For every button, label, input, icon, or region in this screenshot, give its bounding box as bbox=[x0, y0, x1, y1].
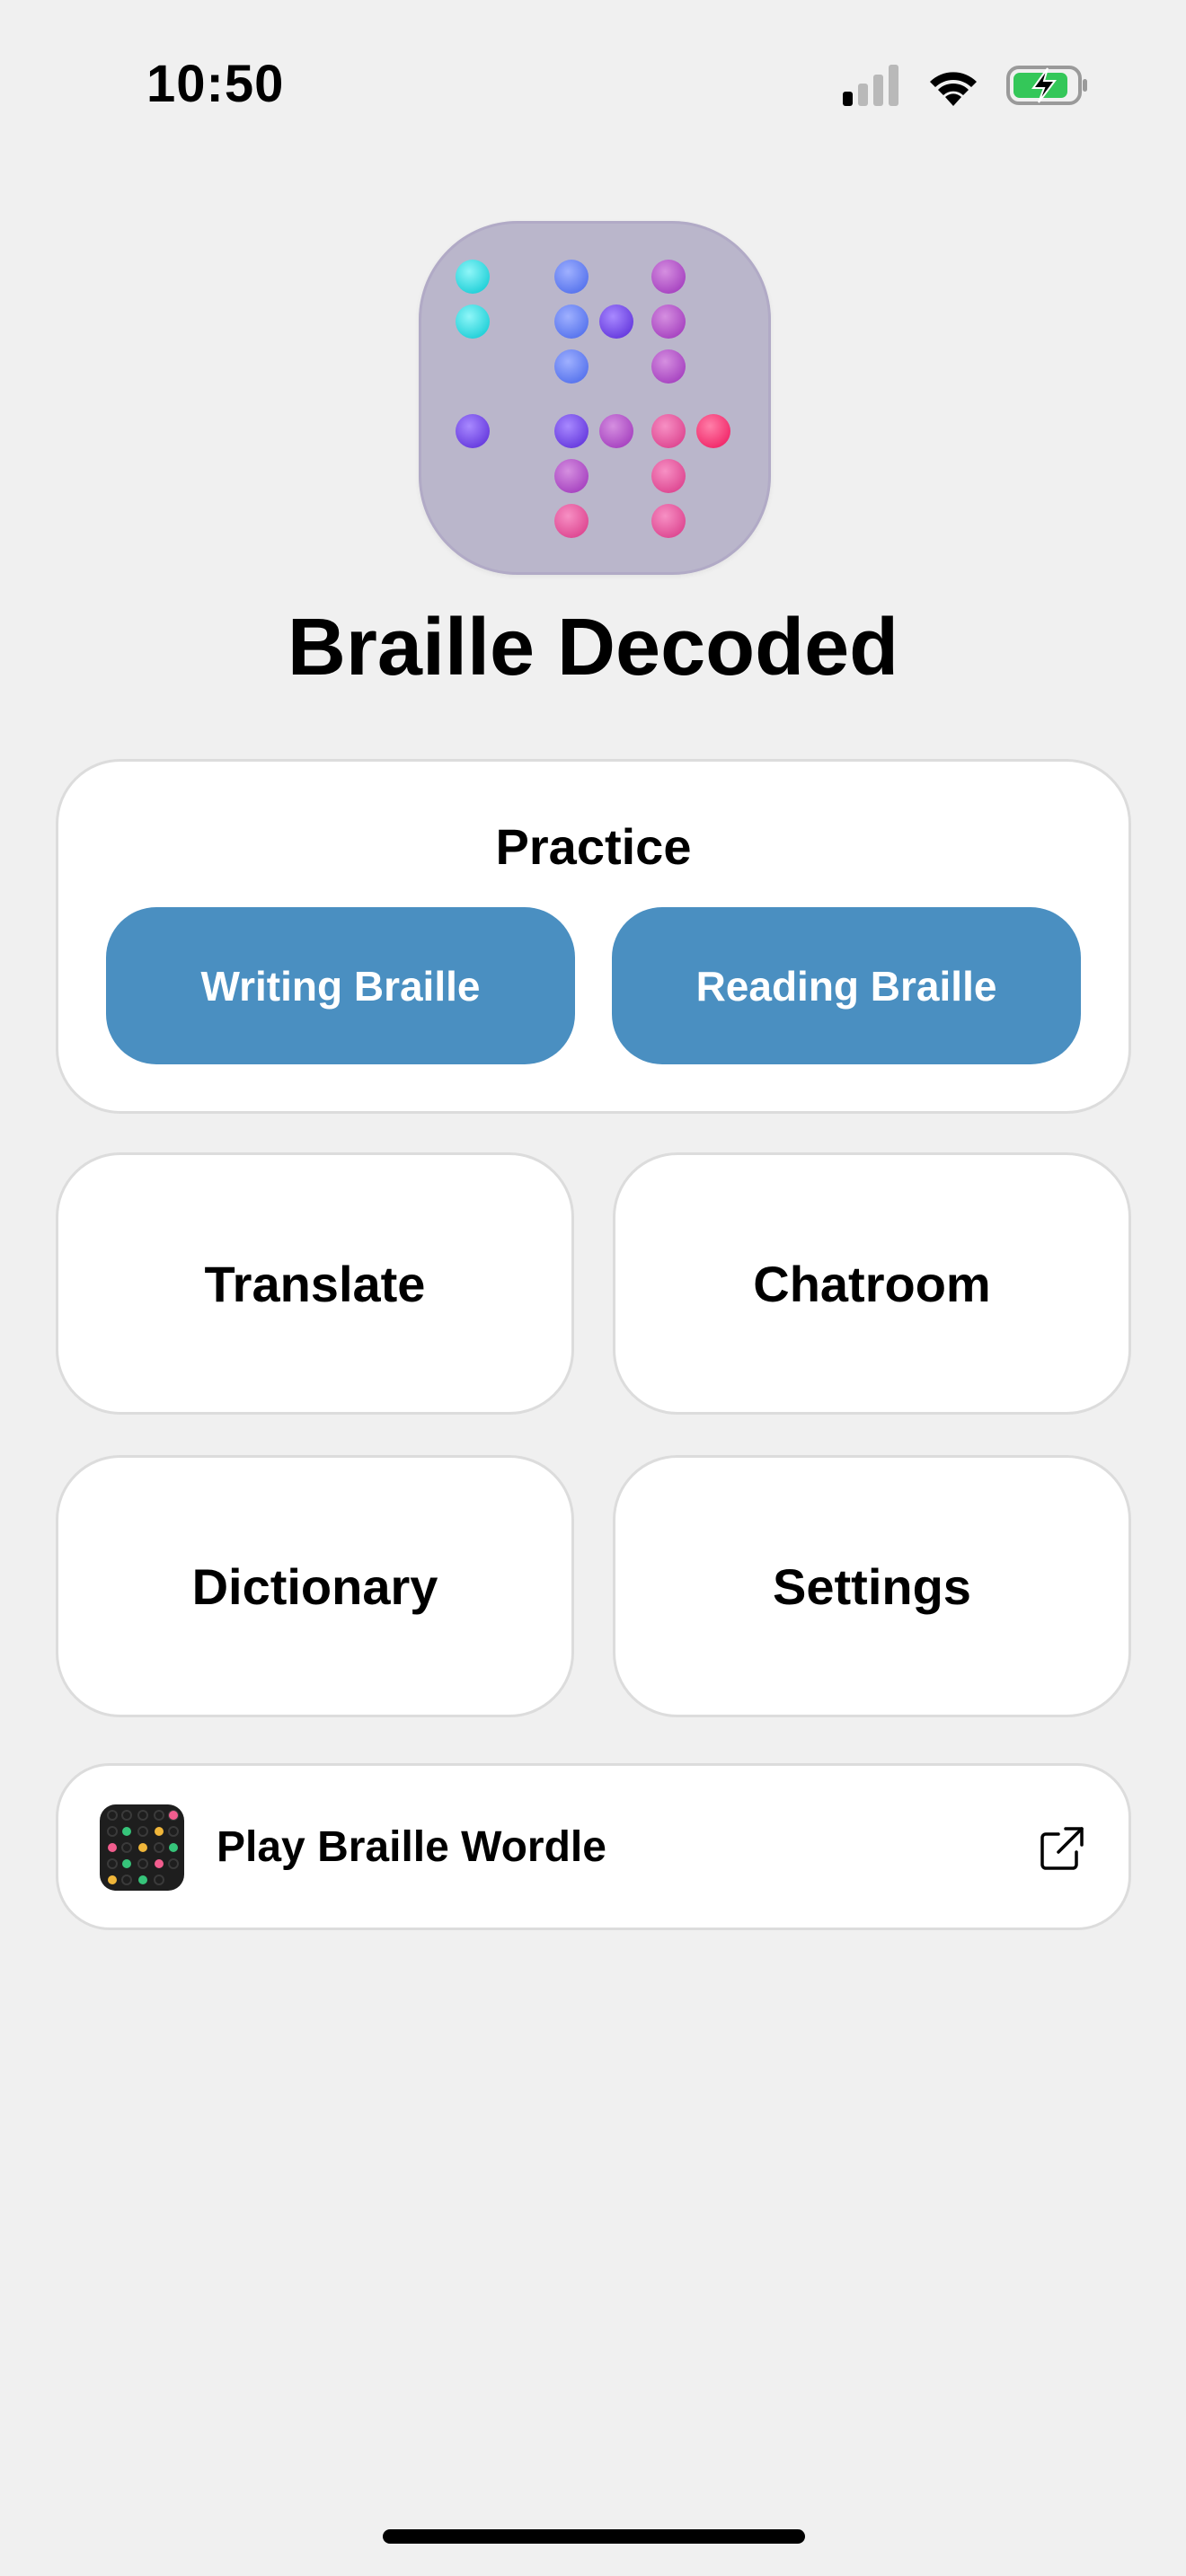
dictionary-label: Dictionary bbox=[191, 1557, 438, 1615]
translate-label: Translate bbox=[204, 1255, 426, 1312]
practice-card: Practice Writing Braille Reading Braille bbox=[56, 759, 1131, 1114]
translate-button[interactable]: Translate bbox=[56, 1152, 574, 1415]
dictionary-button[interactable]: Dictionary bbox=[56, 1455, 574, 1717]
chatroom-button[interactable]: Chatroom bbox=[613, 1152, 1131, 1415]
battery-charging-icon bbox=[1006, 66, 1087, 105]
play-braille-wordle-label: Play Braille Wordle bbox=[217, 1822, 606, 1871]
external-link-icon bbox=[1040, 1827, 1084, 1870]
braille-app-icon bbox=[419, 221, 771, 575]
status-time: 10:50 bbox=[146, 55, 285, 113]
play-braille-wordle-button[interactable]: Play Braille Wordle bbox=[56, 1763, 1131, 1930]
wifi-icon bbox=[930, 72, 977, 106]
settings-label: Settings bbox=[773, 1557, 971, 1615]
practice-title: Practice bbox=[495, 818, 692, 875]
writing-braille-button[interactable]: Writing Braille bbox=[106, 907, 575, 1064]
settings-button[interactable]: Settings bbox=[613, 1455, 1131, 1717]
status-icons bbox=[843, 65, 1089, 106]
reading-braille-button[interactable]: Reading Braille bbox=[612, 907, 1081, 1064]
status-bar: 10:50 bbox=[0, 0, 1186, 171]
home-indicator[interactable] bbox=[383, 2529, 805, 2544]
braille-wordle-icon bbox=[100, 1804, 184, 1891]
braille-dots-graphic bbox=[456, 260, 730, 538]
cellular-signal-icon bbox=[843, 65, 898, 106]
app-title: Braille Decoded bbox=[287, 603, 899, 693]
chatroom-label: Chatroom bbox=[753, 1255, 991, 1312]
